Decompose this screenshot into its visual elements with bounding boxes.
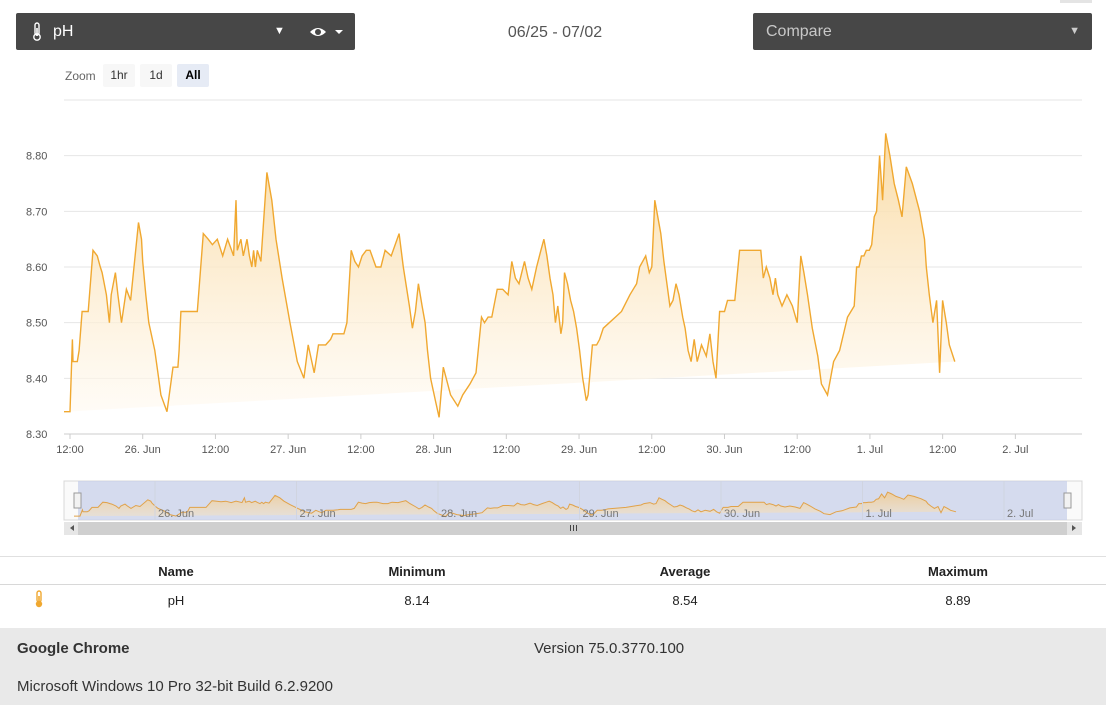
ph-chart[interactable]: 8.308.408.508.608.708.80 12:00 26. Jun 12:… <box>0 0 1106 540</box>
x-tick-label: 30. Jun <box>706 444 742 456</box>
y-tick-label: 8.50 <box>26 318 47 330</box>
navigator-tick-label: 26. Jun <box>158 508 194 520</box>
navigator-tick-label: 30. Jun <box>724 508 760 520</box>
navigator-tick-label: 29. Jun <box>583 508 619 520</box>
navigator-right-handle[interactable] <box>1063 492 1072 509</box>
os-info: Microsoft Windows 10 Pro 32-bit Build 6.… <box>17 678 333 695</box>
table-cell-name: pH <box>167 593 185 608</box>
x-tick-label: 29. Jun <box>561 444 597 456</box>
navigator-scrollbar-thumb[interactable] <box>78 522 1067 535</box>
y-tick-label: 8.80 <box>26 151 47 163</box>
x-tick-label: 12:00 <box>493 444 521 456</box>
x-tick-label: 1. Jul <box>857 444 883 456</box>
navigator-tick-label: 28. Jun <box>441 508 477 520</box>
y-tick-label: 8.70 <box>26 206 47 218</box>
stats-table: Name Minimum Average Maximum pH 8.14 8.5… <box>0 556 1106 628</box>
y-tick-label: 8.60 <box>26 262 47 274</box>
table-cell-minimum: 8.14 <box>404 593 430 608</box>
navigator-tick-label: 2. Jul <box>1007 508 1033 520</box>
x-tick-label: 12:00 <box>929 444 957 456</box>
x-axis: 12:00 26. Jun 12:00 27. Jun 12:00 28. Jun 12:0… <box>56 434 1029 456</box>
x-tick-label: 12:00 <box>783 444 811 456</box>
col-header-average: Average <box>659 564 711 579</box>
navigator[interactable]: 26. Jun 27. Jun 28. Jun 29. Jun 30. Jun 1. Ju… <box>63 480 1083 535</box>
col-header-name: Name <box>158 564 194 579</box>
y-tick-label: 8.40 <box>26 373 47 385</box>
x-tick-label: 12:00 <box>56 444 84 456</box>
x-tick-label: 2. Jul <box>1002 444 1028 456</box>
x-tick-label: 26. Jun <box>125 444 161 456</box>
navigator-tick-label: 1. Jul <box>866 508 892 520</box>
x-tick-label: 12:00 <box>202 444 230 456</box>
x-tick-label: 28. Jun <box>416 444 452 456</box>
col-header-minimum: Minimum <box>388 564 446 579</box>
table-divider <box>0 556 1106 557</box>
table-divider <box>0 584 1106 585</box>
navigator-tick-label: 27. Jun <box>300 508 336 520</box>
table-cell-maximum: 8.89 <box>945 593 971 608</box>
navigator-left-handle[interactable] <box>73 492 82 509</box>
col-header-maximum: Maximum <box>928 564 988 579</box>
thermometer-icon <box>35 590 43 608</box>
y-axis: 8.30 8.40 8.50 8.60 8.70 8.80 <box>26 151 47 441</box>
x-tick-label: 12:00 <box>347 444 375 456</box>
y-tick-label: 8.30 <box>26 429 47 441</box>
x-tick-label: 12:00 <box>638 444 666 456</box>
browser-version: Version 75.0.3770.100 <box>534 640 685 657</box>
table-cell-average: 8.54 <box>672 593 698 608</box>
browser-name: Google Chrome <box>17 640 130 657</box>
x-tick-label: 27. Jun <box>270 444 306 456</box>
system-info-footer: Google Chrome Version 75.0.3770.100 Micr… <box>0 628 1106 705</box>
series-area <box>64 133 955 418</box>
